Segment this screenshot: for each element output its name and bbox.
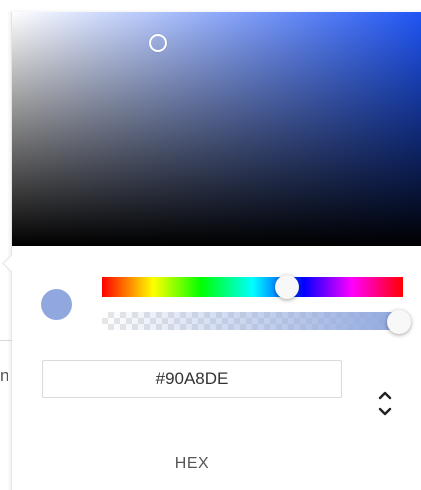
color-preview-swatch [41, 289, 72, 320]
chevron-up-down-icon [378, 391, 392, 416]
popover-arrow [2, 254, 21, 273]
saturation-panel[interactable] [12, 12, 421, 246]
alpha-gradient [102, 312, 403, 330]
hue-slider[interactable] [102, 277, 403, 297]
alpha-slider[interactable] [102, 312, 403, 330]
format-mode-label: HEX [174, 455, 210, 472]
saturation-black-gradient [12, 12, 421, 246]
saturation-pointer[interactable] [149, 34, 167, 52]
format-toggle-button[interactable] [372, 386, 398, 424]
hex-input[interactable] [42, 360, 342, 398]
background-divider [0, 340, 11, 341]
color-picker-screen: n HEX [0, 0, 421, 490]
alpha-slider-thumb[interactable] [387, 310, 411, 334]
color-picker-popover: HEX [2, 12, 421, 490]
background-text-fragment: n [0, 366, 8, 385]
hue-slider-thumb[interactable] [275, 275, 299, 299]
